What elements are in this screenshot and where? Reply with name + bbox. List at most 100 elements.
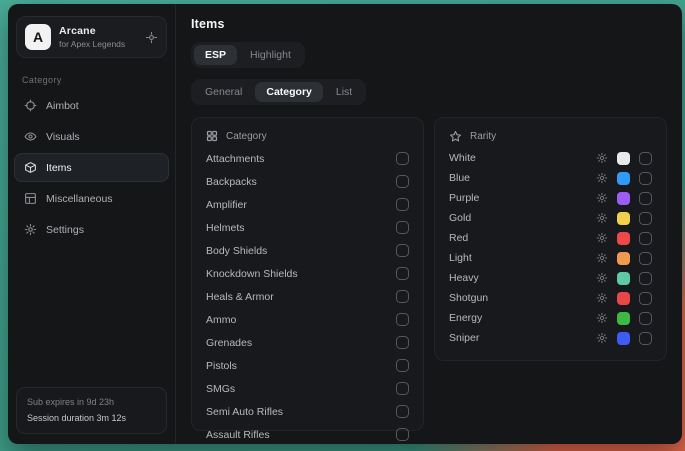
color-swatch[interactable] [617,252,630,265]
gear-icon[interactable] [596,172,608,184]
color-swatch[interactable] [617,312,630,325]
rarity-row: Sniper [449,328,652,348]
color-swatch[interactable] [617,292,630,305]
gear-icon[interactable] [596,312,608,324]
category-checkbox[interactable] [396,152,409,165]
rarity-row: Purple [449,188,652,208]
app-logo: A [25,24,51,50]
category-checkbox[interactable] [396,198,409,211]
rarity-checkbox[interactable] [639,172,652,185]
category-row-label: Amplifier [206,199,247,211]
sidebar-item-items[interactable]: Items [14,153,169,182]
rarity-panel: Rarity White Blue Purple [434,117,667,361]
category-row: Assault Rifles [206,423,409,444]
category-checkbox[interactable] [396,382,409,395]
rarity-row-label: Sniper [449,332,587,344]
star-icon [449,130,462,143]
sidebar-item-visuals[interactable]: Visuals [14,122,169,151]
category-row: Heals & Armor [206,285,409,308]
category-checkbox[interactable] [396,290,409,303]
sidebar-item-label: Visuals [46,131,80,143]
rarity-panel-header: Rarity [449,127,652,148]
gear-icon[interactable] [596,212,608,224]
rarity-checkbox[interactable] [639,232,652,245]
color-swatch[interactable] [617,152,630,165]
sidebar-item-miscellaneous[interactable]: Miscellaneous [14,184,169,213]
app-header: A Arcane for Apex Legends [16,16,167,58]
gear-icon[interactable] [596,332,608,344]
tab-esp[interactable]: ESP [194,45,237,65]
category-checkbox[interactable] [396,313,409,326]
rarity-row-label: Gold [449,212,587,224]
category-checkbox[interactable] [396,428,409,441]
sidebar-item-aimbot[interactable]: Aimbot [14,91,169,120]
category-checkbox[interactable] [396,267,409,280]
rarity-checkbox[interactable] [639,332,652,345]
category-checkbox[interactable] [396,175,409,188]
rarity-row-label: Red [449,232,587,244]
color-swatch[interactable] [617,232,630,245]
sidebar-nav: Aimbot Visuals Items Miscellaneous Setti… [8,89,175,246]
rarity-row: Blue [449,168,652,188]
color-swatch[interactable] [617,172,630,185]
category-row-label: SMGs [206,383,235,395]
category-row-label: Grenades [206,337,252,349]
rarity-checkbox[interactable] [639,212,652,225]
tab-list[interactable]: List [325,82,363,102]
tab-highlight[interactable]: Highlight [239,45,302,65]
category-row-label: Ammo [206,314,236,326]
main-content: Items ESPHighlight GeneralCategoryList C… [176,4,682,444]
session-duration-text: Session duration 3m 12s [27,411,156,426]
rarity-row: Energy [449,308,652,328]
rarity-row: Heavy [449,268,652,288]
gear-icon[interactable] [596,192,608,204]
category-checkbox[interactable] [396,244,409,257]
color-swatch[interactable] [617,332,630,345]
category-list: Attachments Backpacks Amplifier Helmets … [206,147,409,444]
rarity-panel-title: Rarity [470,131,496,142]
gear-icon[interactable] [596,292,608,304]
rarity-row: Gold [449,208,652,228]
category-grid-icon [206,130,218,142]
color-swatch[interactable] [617,212,630,225]
category-row: Backpacks [206,170,409,193]
tab-general[interactable]: General [194,82,253,102]
color-swatch[interactable] [617,192,630,205]
sidebar-item-label: Aimbot [46,100,79,112]
category-panel-title: Category [226,131,267,142]
color-swatch[interactable] [617,272,630,285]
app-identity: Arcane for Apex Legends [59,25,125,49]
rarity-checkbox[interactable] [639,252,652,265]
rarity-checkbox[interactable] [639,312,652,325]
target-icon[interactable] [145,31,158,44]
category-row: Ammo [206,308,409,331]
gear-icon[interactable] [596,272,608,284]
category-row-label: Body Shields [206,245,267,257]
category-row-label: Knockdown Shields [206,268,298,280]
rarity-checkbox[interactable] [639,272,652,285]
app-subtitle: for Apex Legends [59,39,125,49]
rarity-checkbox[interactable] [639,192,652,205]
mode-tabs: ESPHighlight [191,42,305,68]
category-checkbox[interactable] [396,405,409,418]
category-checkbox[interactable] [396,336,409,349]
layout-icon [24,192,37,205]
rarity-checkbox[interactable] [639,152,652,165]
view-tabs: GeneralCategoryList [191,79,366,105]
app-window: A Arcane for Apex Legends Category Aimbo… [8,4,682,444]
category-checkbox[interactable] [396,221,409,234]
rarity-checkbox[interactable] [639,292,652,305]
app-title: Arcane [59,25,125,37]
tab-category[interactable]: Category [255,82,323,102]
category-row: SMGs [206,377,409,400]
category-panel-header: Category [206,127,409,147]
panels: Category Attachments Backpacks Amplifier… [191,117,667,431]
category-row: Pistols [206,354,409,377]
sidebar-item-settings[interactable]: Settings [14,215,169,244]
gear-icon[interactable] [596,232,608,244]
category-row: Helmets [206,216,409,239]
category-checkbox[interactable] [396,359,409,372]
gear-icon[interactable] [596,252,608,264]
category-row-label: Backpacks [206,176,257,188]
gear-icon[interactable] [596,152,608,164]
